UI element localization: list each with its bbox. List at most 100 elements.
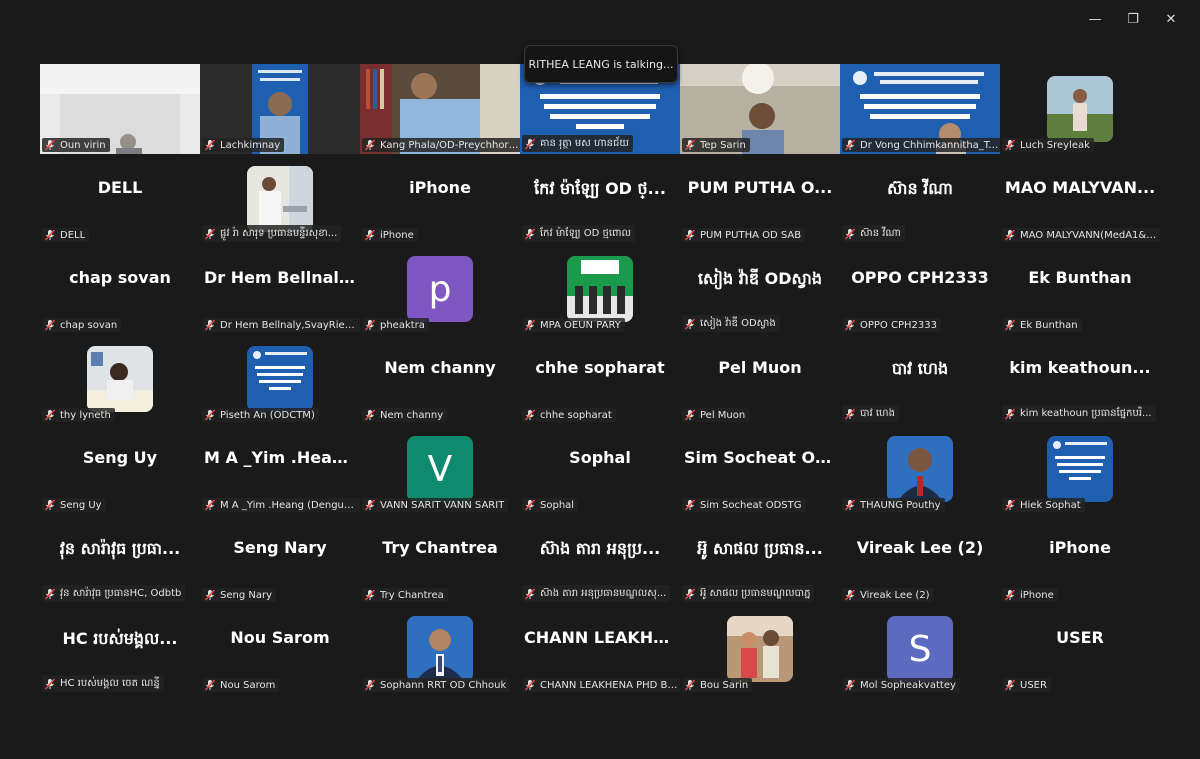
mic-muted-icon xyxy=(844,589,856,601)
mic-muted-icon xyxy=(684,409,696,421)
mic-muted-icon xyxy=(1004,139,1016,151)
mic-muted-icon xyxy=(684,139,696,151)
participant-name-label: CHANN LEAKHENA PHD BTB xyxy=(522,678,680,692)
participant-name-label: chap sovan xyxy=(42,318,122,332)
participant-tile[interactable]: Bou Sarin xyxy=(680,604,840,694)
participant-tile[interactable]: Sophal Sophal xyxy=(520,424,680,514)
participant-name: Pel Muon xyxy=(700,409,746,421)
participant-tile[interactable]: Dr Vong Chhimkannitha_Takr... xyxy=(840,64,1000,154)
participant-tile[interactable]: USER USER xyxy=(1000,604,1160,694)
participant-tile[interactable]: PUM PUTHA O... PUM PUTHA OD SAB xyxy=(680,154,840,244)
participant-tile[interactable]: Sim Socheat OD... Sim Socheat ODSTG xyxy=(680,424,840,514)
participant-name-label: Mol Sopheakvattey xyxy=(842,678,960,692)
participant-tile[interactable]: V VANN SARIT VANN SARIT xyxy=(360,424,520,514)
participant-tile[interactable]: OPPO CPH2333 OPPO CPH2333 xyxy=(840,244,1000,334)
participant-name-label: Sophal xyxy=(522,498,579,512)
participant-tile[interactable]: DELL DELL xyxy=(40,154,200,244)
participant-tile[interactable]: Try Chantrea Try Chantrea xyxy=(360,514,520,604)
participant-tile[interactable]: thy lyneth xyxy=(40,334,200,424)
participant-tile[interactable]: iPhone iPhone xyxy=(360,154,520,244)
minimize-button[interactable]: — xyxy=(1076,8,1114,30)
participant-name: ផ្លូវ រ៉ា សារុទ ប្រធានមន្ទីរសុខា... xyxy=(220,228,338,239)
participant-display-name: chap sovan xyxy=(69,268,171,287)
participant-display-name: Ek Bunthan xyxy=(1028,268,1132,287)
participant-tile[interactable]: Oun virin xyxy=(40,64,200,154)
participant-name: Nem channy xyxy=(380,409,444,421)
participant-tile[interactable]: កែវ ម៉ាឡែ្យ OD ថ្... កែវ ម៉ាឡែ្យ OD ថ្មព… xyxy=(520,154,680,244)
participant-tile[interactable]: chap sovan chap sovan xyxy=(40,244,200,334)
participant-tile[interactable]: HC របស់មង្គល... HC របស់មង្គល ចេត ណន្នី xyxy=(40,604,200,694)
participant-tile[interactable]: M A _Yim .Hean... M A _Yim .Heang (Dengu… xyxy=(200,424,360,514)
participant-name-label: ស៊ាង តារា អនុប្រធានមណ្ឌលសុ... xyxy=(522,585,671,602)
avatar xyxy=(407,616,473,682)
participant-tile[interactable]: អ៊ូ សាផល ប្រធាន... អ៊ូ សាផល ប្រធានមណ្ឌលប… xyxy=(680,514,840,604)
participant-name-label: OPPO CPH2333 xyxy=(842,318,941,332)
participant-tile[interactable]: p pheaktra xyxy=(360,244,520,334)
mic-muted-icon xyxy=(1004,499,1016,511)
participant-display-name: kim keathoun... xyxy=(1009,358,1151,377)
mic-muted-icon xyxy=(44,409,56,421)
participant-name: USER xyxy=(1020,679,1047,691)
participant-name-label: Bou Sarin xyxy=(682,678,753,692)
mic-muted-icon xyxy=(204,409,216,421)
participant-name: Luch Sreyleak xyxy=(1020,139,1090,151)
participant-tile[interactable]: Seng Uy Seng Uy xyxy=(40,424,200,514)
participant-tile[interactable]: THAUNG Pouthy xyxy=(840,424,1000,514)
participant-name-label: Sim Socheat ODSTG xyxy=(682,498,806,512)
participant-display-name: OPPO CPH2333 xyxy=(851,268,989,287)
avatar-initial: V xyxy=(407,436,473,502)
mic-muted-icon xyxy=(204,499,216,511)
mic-muted-icon xyxy=(684,679,696,691)
participant-tile[interactable]: វុន សារ៉ាវុធ ប្រធា... វុន សារ៉ាវុធ ប្រធា… xyxy=(40,514,200,604)
participant-tile[interactable]: Hiek Sophat xyxy=(1000,424,1160,514)
participant-name: Hiek Sophat xyxy=(1020,499,1081,511)
participant-tile[interactable]: Seng Nary Seng Nary xyxy=(200,514,360,604)
participant-name: Lachkimnay xyxy=(220,139,281,151)
participant-name-label: គាន រុត្ថា មស ហានជ័យ xyxy=(522,135,633,152)
participant-tile[interactable]: MPA OEUN PARY xyxy=(520,244,680,334)
participant-tile[interactable]: Sophann RRT OD Chhouk xyxy=(360,604,520,694)
participant-tile[interactable]: Piseth An (ODCTM) xyxy=(200,334,360,424)
participant-tile[interactable]: ស៊ាន វីណា ស៊ាន វីណា xyxy=(840,154,1000,244)
participant-tile[interactable]: Vireak Lee (2) Vireak Lee (2) xyxy=(840,514,1000,604)
window-controls: — ❐ ✕ xyxy=(1076,8,1190,30)
participant-name-label: Kang Phala/OD-Preychhor/PH... xyxy=(362,138,520,152)
participant-tile[interactable]: chhe sopharat chhe sopharat xyxy=(520,334,680,424)
participant-tile[interactable]: ស៊ាង តារា អនុប្រ... ស៊ាង តារា អនុប្រធានម… xyxy=(520,514,680,604)
participant-display-name: ស៊ាង តារា អនុប្រ... xyxy=(539,539,661,558)
participant-name: Seng Uy xyxy=(60,499,102,511)
participant-tile[interactable]: MAO MALYVAN... MAO MALYVANN(MedA1&A6) xyxy=(1000,154,1160,244)
participant-tile[interactable]: Luch Sreyleak xyxy=(1000,64,1160,154)
participant-display-name: Try Chantrea xyxy=(382,538,498,557)
participant-tile[interactable]: សៀង វ៉ាឌី ODស្វាង សៀង វ៉ាឌី ODស្វាង xyxy=(680,244,840,334)
participant-tile[interactable]: ផ្លូវ រ៉ា សារុទ ប្រធានមន្ទីរសុខា... xyxy=(200,154,360,244)
participant-tile[interactable]: S Mol Sopheakvattey xyxy=(840,604,1000,694)
mic-muted-icon xyxy=(1004,407,1016,420)
participant-tile[interactable]: CHANN LEAKHE... CHANN LEAKHENA PHD BTB xyxy=(520,604,680,694)
participant-tile[interactable]: Nou Sarom Nou Sarom xyxy=(200,604,360,694)
participant-tile[interactable]: Tep Sarin xyxy=(680,64,840,154)
participant-name-label: PUM PUTHA OD SAB xyxy=(682,228,806,242)
participant-name-label: អ៊ូ សាផល ប្រធានមណ្ឌលបាភ្ន xyxy=(682,585,815,602)
participant-tile[interactable]: បាវ ហេង បាវ ហេង xyxy=(840,334,1000,424)
mic-muted-icon xyxy=(1004,229,1016,241)
participant-display-name: Seng Nary xyxy=(233,538,327,557)
participant-name: chhe sopharat xyxy=(540,409,612,421)
maximize-button[interactable]: ❐ xyxy=(1114,8,1152,30)
participant-tile[interactable]: iPhone iPhone xyxy=(1000,514,1160,604)
participant-name-label: ស៊ាន វីណា xyxy=(842,225,905,242)
participant-tile[interactable]: Dr Hem Bellnaly... Dr Hem Bellnaly,SvayR… xyxy=(200,244,360,334)
participant-tile[interactable]: Nem channy Nem channy xyxy=(360,334,520,424)
participant-tile[interactable]: Lachkimnay xyxy=(200,64,360,154)
participant-tile[interactable]: Ek Bunthan Ek Bunthan xyxy=(1000,244,1160,334)
close-button[interactable]: ✕ xyxy=(1152,8,1190,30)
participant-name: Sophann RRT OD Chhouk xyxy=(380,679,507,691)
participant-tile[interactable]: kim keathoun... kim keathoun ប្រធានផ្នែក… xyxy=(1000,334,1160,424)
active-speaker-indicator: RITHEA LEANG is talking... xyxy=(524,45,678,83)
participant-name-label: Sophann RRT OD Chhouk xyxy=(362,678,511,692)
participant-name: ស៊ាង តារា អនុប្រធានមណ្ឌលសុ... xyxy=(540,588,667,599)
participant-tile[interactable]: Kang Phala/OD-Preychhor/PH... xyxy=(360,64,520,154)
participant-name-label: Oun virin xyxy=(42,138,110,152)
participant-name: CHANN LEAKHENA PHD BTB xyxy=(540,679,680,691)
participant-tile[interactable]: Pel Muon Pel Muon xyxy=(680,334,840,424)
